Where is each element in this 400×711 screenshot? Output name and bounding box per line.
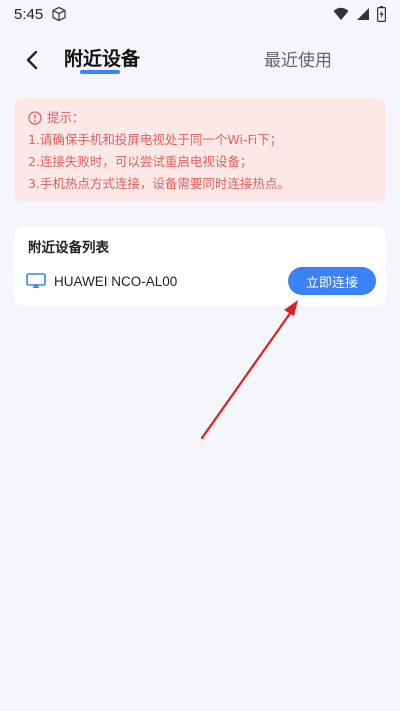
screen-cast-icon bbox=[26, 273, 46, 288]
status-bar: 5:45 bbox=[0, 0, 400, 28]
back-button[interactable] bbox=[18, 46, 46, 74]
cube-icon bbox=[52, 6, 66, 22]
signal-icon bbox=[357, 8, 369, 20]
status-icons bbox=[333, 6, 386, 22]
wifi-icon bbox=[333, 7, 349, 20]
connect-now-button[interactable]: 立即连接 bbox=[288, 267, 376, 295]
device-list-card: 附近设备列表 HUAWEI NCO-AL00 立即连接 bbox=[14, 226, 386, 306]
active-tab-indicator bbox=[80, 70, 120, 74]
device-list-title: 附近设备列表 bbox=[28, 240, 109, 256]
battery-icon bbox=[377, 6, 386, 22]
tips-card: 提示： 1.请确保手机和投屏电视处于同一个Wi-Fi下； 2.连接失败时，可以尝… bbox=[14, 98, 386, 202]
chevron-left-icon bbox=[26, 50, 38, 70]
tips-title-row: 提示： bbox=[28, 107, 372, 129]
arrow-shaft bbox=[200, 310, 293, 440]
device-name: HUAWEI NCO-AL00 bbox=[54, 273, 178, 289]
tab-nearby-devices[interactable]: 附近设备 bbox=[64, 44, 140, 71]
tip-line: 2.连接失败时，可以尝试重启电视设备； bbox=[28, 154, 253, 169]
header: 附近设备 最近使用 bbox=[0, 38, 400, 82]
status-time: 5:45 bbox=[14, 5, 44, 23]
tip-line: 1.请确保手机和投屏电视处于同一个Wi-Fi下； bbox=[28, 132, 283, 147]
device-row: HUAWEI NCO-AL00 立即连接 bbox=[26, 266, 376, 296]
tab-recently-used[interactable]: 最近使用 bbox=[264, 46, 332, 71]
tips-title: 提示： bbox=[47, 110, 85, 125]
tip-line: 3.手机热点方式连接，设备需要同时连接热点。 bbox=[28, 176, 290, 191]
info-icon bbox=[28, 111, 42, 125]
